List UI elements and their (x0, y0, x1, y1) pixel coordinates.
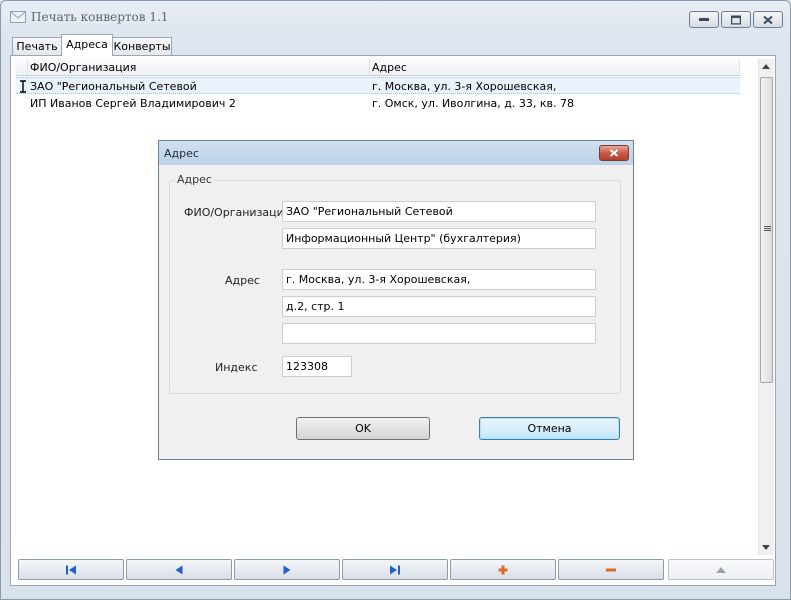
index-label: Индекс (215, 361, 258, 374)
minimize-button[interactable] (689, 11, 719, 28)
table-row[interactable]: ИП Иванов Сергей Владимирович 2 г. Омск,… (16, 95, 740, 112)
name-label: ФИО/Организация (184, 206, 291, 219)
minimize-icon (699, 17, 709, 21)
scrollbar-thumb[interactable] (760, 77, 773, 383)
dialog-title: Адрес (164, 147, 199, 160)
maximize-button[interactable] (721, 11, 751, 28)
grip-icon (764, 226, 771, 231)
nav-delete-button[interactable] (558, 559, 664, 580)
name-line2-input[interactable]: Информационный Центр" (бухгалтерия) (282, 228, 596, 249)
close-icon (609, 149, 619, 157)
address-label: Адрес (225, 274, 260, 287)
nav-insert-button[interactable] (450, 559, 556, 580)
maximize-icon (731, 15, 741, 24)
scroll-down-icon[interactable] (762, 545, 770, 550)
first-icon (66, 565, 76, 574)
nav-next-button[interactable] (234, 559, 340, 580)
name-line1-input[interactable]: ЗАО "Региональный Сетевой (282, 201, 596, 222)
dialog-close-button[interactable] (599, 145, 629, 161)
column-header-name[interactable]: ФИО/Организация (28, 59, 370, 76)
next-icon (283, 565, 291, 574)
prior-icon (175, 565, 183, 574)
up-icon (716, 566, 726, 573)
column-header-address[interactable]: Адрес (370, 59, 740, 76)
row-name: ЗАО "Региональный Сетевой (30, 80, 197, 93)
address-line3-input[interactable] (282, 323, 596, 344)
tab-addresses[interactable]: Адреса (61, 34, 113, 56)
cancel-button[interactable]: Отмена (479, 417, 620, 440)
nav-edit-button[interactable] (668, 559, 774, 580)
scroll-up-icon[interactable] (762, 64, 770, 69)
indicator-header (16, 59, 28, 76)
nav-first-button[interactable] (18, 559, 124, 580)
tab-envelopes[interactable]: Конверты (112, 37, 172, 55)
row-address: г. Омск, ул. Иволгина, д. 33, кв. 78 (372, 97, 574, 110)
index-input[interactable]: 123308 (282, 356, 352, 377)
close-button[interactable] (753, 11, 783, 28)
window-title: Печать конвертов 1.1 (31, 10, 169, 24)
envelope-icon (10, 11, 26, 23)
table-row[interactable]: ЗАО "Региональный Сетевой г. Москва, ул.… (16, 77, 740, 94)
group-label: Адрес (175, 173, 214, 186)
tab-print[interactable]: Печать (12, 37, 62, 55)
close-icon (763, 15, 773, 24)
nav-last-button[interactable] (342, 559, 448, 580)
ok-button[interactable]: OK (296, 417, 430, 440)
last-icon (390, 565, 400, 574)
vertical-scrollbar[interactable] (758, 59, 774, 555)
nav-prior-button[interactable] (126, 559, 232, 580)
minus-icon (606, 568, 616, 571)
address-line2-input[interactable]: д.2, стр. 1 (282, 296, 596, 317)
edit-cursor-icon (20, 80, 26, 93)
plus-icon (498, 565, 508, 574)
address-line1-input[interactable]: г. Москва, ул. 3-я Хорошевская, (282, 269, 596, 290)
row-name: ИП Иванов Сергей Владимирович 2 (30, 97, 236, 110)
address-dialog: Адрес Адрес ФИО/Организация ЗАО "Региона… (158, 140, 634, 460)
row-address: г. Москва, ул. 3-я Хорошевская, (372, 80, 557, 93)
